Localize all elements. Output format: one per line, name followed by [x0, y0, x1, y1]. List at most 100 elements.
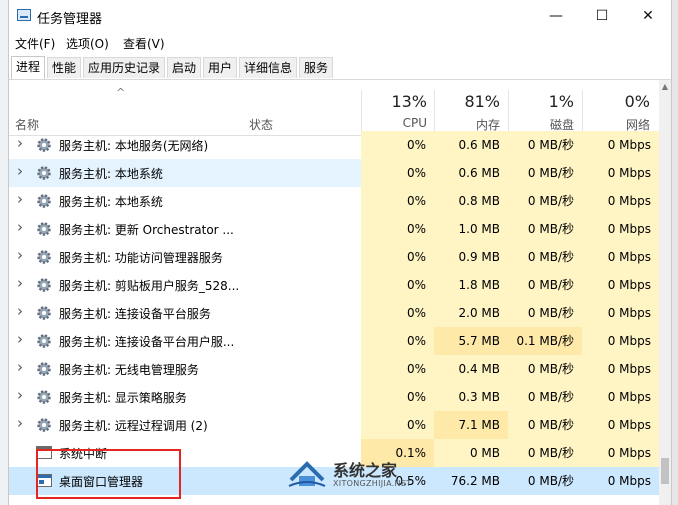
chevron-right-icon[interactable]: › — [17, 386, 23, 404]
tab-startup[interactable]: 启动 — [167, 57, 201, 78]
scroll-up-icon[interactable]: ▲ — [659, 80, 671, 94]
table-row[interactable]: ›服务主机: 本地系统0%0.6 MB0 MB/秒0 Mbps — [9, 159, 659, 187]
column-cpu[interactable]: CPU — [361, 116, 427, 130]
gear-icon — [36, 137, 52, 153]
chevron-right-icon[interactable]: › — [17, 162, 23, 180]
process-name: 服务主机: 无线电管理服务 — [59, 361, 244, 378]
memory-cell: 0 MB — [434, 439, 508, 467]
watermark: 系统之家 XITONGZHIJIA.NET — [281, 455, 436, 495]
chevron-right-icon[interactable]: › — [17, 190, 23, 208]
process-name: 服务主机: 本地系统 — [59, 193, 244, 210]
disk-cell: 0 MB/秒 — [508, 355, 582, 383]
table-row[interactable]: ›服务主机: 无线电管理服务0%0.4 MB0 MB/秒0 Mbps — [9, 355, 659, 383]
chevron-right-icon[interactable]: › — [17, 246, 23, 264]
cpu-cell: 0% — [361, 355, 434, 383]
table-row[interactable]: ›服务主机: 远程过程调用 (2)0%7.1 MB0 MB/秒0 Mbps — [9, 411, 659, 439]
network-cell: 0 Mbps — [582, 383, 659, 411]
cpu-cell: 0% — [361, 187, 434, 215]
menu-options[interactable]: 选项(O) — [66, 35, 109, 52]
cpu-cell: 0% — [361, 299, 434, 327]
window-title: 任务管理器 — [37, 8, 102, 27]
table-row[interactable]: ›服务主机: 连接设备平台用户服...0%5.7 MB0.1 MB/秒0 Mbp… — [9, 327, 659, 355]
tab-app-history[interactable]: 应用历史记录 — [83, 57, 165, 78]
chevron-right-icon[interactable]: › — [17, 358, 23, 376]
chevron-right-icon[interactable]: › — [17, 274, 23, 292]
close-button[interactable]: ✕ — [625, 0, 671, 32]
disk-cell: 0 MB/秒 — [508, 187, 582, 215]
tab-bar: 进程 性能 应用历史记录 启动 用户 详细信息 服务 — [9, 55, 671, 80]
memory-cell: 0.6 MB — [434, 131, 508, 159]
network-cell: 0 Mbps — [582, 271, 659, 299]
memory-percent[interactable]: 81% — [434, 92, 500, 111]
gear-icon — [36, 305, 52, 321]
watermark-title: 系统之家 — [333, 457, 397, 481]
tab-performance[interactable]: 性能 — [47, 57, 81, 78]
disk-cell: 0 MB/秒 — [508, 383, 582, 411]
disk-cell: 0 MB/秒 — [508, 271, 582, 299]
process-name: 服务主机: 本地服务(无网络) — [59, 137, 244, 154]
tab-users[interactable]: 用户 — [203, 57, 237, 78]
gear-icon — [36, 361, 52, 377]
network-cell: 0 Mbps — [582, 411, 659, 439]
network-cell: 0 Mbps — [582, 215, 659, 243]
disk-cell: 0 MB/秒 — [508, 159, 582, 187]
maximize-button[interactable]: ☐ — [579, 0, 625, 32]
tab-services[interactable]: 服务 — [299, 57, 333, 78]
table-row[interactable]: ›服务主机: 连接设备平台服务0%2.0 MB0 MB/秒0 Mbps — [9, 299, 659, 327]
tab-details[interactable]: 详细信息 — [239, 57, 297, 78]
process-name: 服务主机: 更新 Orchestrator ... — [59, 221, 244, 238]
network-cell: 0 Mbps — [582, 243, 659, 271]
table-row[interactable]: ›服务主机: 剪贴板用户服务_528...0%1.8 MB0 MB/秒0 Mbp… — [9, 271, 659, 299]
vertical-scrollbar[interactable]: ▲ — [659, 80, 671, 505]
menu-file[interactable]: 文件(F) — [15, 35, 55, 52]
memory-cell: 76.2 MB — [434, 467, 508, 495]
cpu-cell: 0% — [361, 131, 434, 159]
table-row[interactable]: ›服务主机: 显示策略服务0%0.3 MB0 MB/秒0 Mbps — [9, 383, 659, 411]
network-cell: 0 Mbps — [582, 159, 659, 187]
cpu-cell: 0% — [361, 411, 434, 439]
memory-cell: 1.0 MB — [434, 215, 508, 243]
network-cell: 0 Mbps — [582, 299, 659, 327]
sort-caret-icon: ^ — [116, 86, 125, 99]
gear-icon — [36, 333, 52, 349]
menu-view[interactable]: 查看(V) — [123, 35, 165, 52]
cpu-percent[interactable]: 13% — [361, 92, 427, 111]
network-cell: 0 Mbps — [582, 439, 659, 467]
highlight-box — [36, 449, 181, 499]
disk-cell: 0 MB/秒 — [508, 467, 582, 495]
task-manager-window: 任务管理器 — ☐ ✕ 文件(F) 选项(O) 查看(V) 进程 性能 应用历史… — [8, 0, 672, 505]
chevron-right-icon[interactable]: › — [17, 218, 23, 236]
disk-percent[interactable]: 1% — [508, 92, 574, 111]
disk-cell: 0 MB/秒 — [508, 215, 582, 243]
gear-icon — [36, 277, 52, 293]
network-cell: 0 Mbps — [582, 467, 659, 495]
table-row[interactable]: ›服务主机: 功能访问管理器服务0%0.9 MB0 MB/秒0 Mbps — [9, 243, 659, 271]
tab-processes[interactable]: 进程 — [11, 56, 45, 79]
scroll-thumb[interactable] — [661, 458, 669, 484]
process-name: 服务主机: 连接设备平台用户服... — [59, 333, 244, 350]
disk-cell: 0 MB/秒 — [508, 243, 582, 271]
chevron-right-icon[interactable]: › — [17, 414, 23, 432]
process-name: 服务主机: 本地系统 — [59, 165, 244, 182]
minimize-button[interactable]: — — [533, 0, 579, 32]
memory-cell: 0.8 MB — [434, 187, 508, 215]
network-percent[interactable]: 0% — [582, 92, 650, 111]
network-cell: 0 Mbps — [582, 131, 659, 159]
task-manager-app-icon — [17, 9, 31, 21]
title-bar[interactable]: 任务管理器 — ☐ ✕ — [9, 0, 671, 32]
memory-cell: 0.9 MB — [434, 243, 508, 271]
chevron-right-icon[interactable]: › — [17, 330, 23, 348]
disk-cell: 0 MB/秒 — [508, 411, 582, 439]
table-row[interactable]: ›服务主机: 本地系统0%0.8 MB0 MB/秒0 Mbps — [9, 187, 659, 215]
chevron-right-icon[interactable]: › — [17, 134, 23, 152]
table-row[interactable]: ›服务主机: 更新 Orchestrator ...0%1.0 MB0 MB/秒… — [9, 215, 659, 243]
gear-icon — [36, 165, 52, 181]
cpu-cell: 0% — [361, 383, 434, 411]
table-row[interactable]: ›服务主机: 本地服务(无网络)0%0.6 MB0 MB/秒0 Mbps — [9, 131, 659, 159]
process-name: 服务主机: 剪贴板用户服务_528... — [59, 277, 244, 294]
memory-cell: 0.4 MB — [434, 355, 508, 383]
chevron-right-icon[interactable]: › — [17, 302, 23, 320]
gear-icon — [36, 389, 52, 405]
process-name: 服务主机: 远程过程调用 (2) — [59, 417, 244, 434]
memory-cell: 0.6 MB — [434, 159, 508, 187]
